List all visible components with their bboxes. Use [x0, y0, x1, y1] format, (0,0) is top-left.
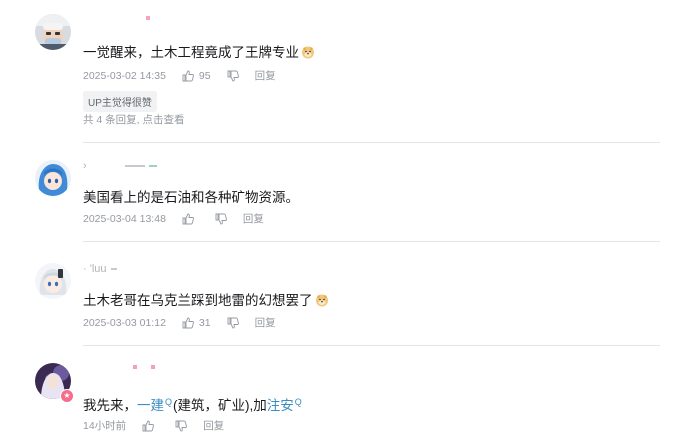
like-count: 95: [198, 69, 211, 82]
username-text: · 'luu: [83, 263, 107, 275]
up-liked-badge: UP主觉得很赞: [83, 91, 157, 112]
comment-content: 美国看上的是石油和各种矿物资源。: [83, 186, 299, 206]
thumbs-up-icon: [182, 213, 194, 224]
reply-summary: 共 4 条回复, 点击查看: [83, 112, 185, 127]
like-button[interactable]: [182, 213, 199, 225]
doge-emoji-icon: [315, 294, 328, 307]
username[interactable]: ›: [83, 160, 157, 172]
vip-badge-icon: ★: [60, 389, 74, 403]
reply-count: 共 4 条回复,: [83, 114, 140, 126]
comment-text: 土木老哥在乌克兰踩到地雷的幻想罢了: [83, 293, 313, 308]
divider: [83, 345, 660, 346]
comment-meta: 2025-03-03 01:12 31 回复: [83, 315, 276, 330]
search-link-zhuan[interactable]: 注安: [267, 398, 294, 413]
timestamp: 14小时前: [83, 420, 127, 432]
comment-text: 美国看上的是石油和各种矿物资源。: [83, 190, 299, 205]
search-icon[interactable]: Q: [165, 397, 172, 407]
timestamp: 2025-03-02 14:35: [83, 69, 166, 82]
avatar[interactable]: [35, 263, 71, 299]
comment-text: 我先来，: [83, 398, 137, 413]
username-text: ›: [83, 160, 87, 172]
thumbs-up-icon: [182, 70, 194, 81]
divider: [83, 142, 660, 143]
view-replies-link[interactable]: 点击查看: [143, 114, 185, 126]
dislike-button[interactable]: [175, 420, 188, 432]
thumbs-down-icon: [215, 213, 227, 224]
reply-button[interactable]: 回复: [255, 68, 276, 83]
timestamp: 2025-03-04 13:48: [83, 212, 166, 225]
username[interactable]: [83, 16, 150, 26]
like-button[interactable]: 31: [182, 317, 211, 329]
dislike-button[interactable]: [215, 213, 227, 225]
like-button[interactable]: 95: [182, 70, 211, 82]
avatar[interactable]: [35, 160, 71, 196]
dislike-button[interactable]: [227, 70, 239, 82]
reply-button[interactable]: 回复: [243, 211, 264, 226]
thumbs-down-icon: [175, 420, 188, 431]
username[interactable]: [83, 365, 155, 375]
comment-meta: 2025-03-02 14:35 95 回复: [83, 68, 276, 83]
comment-content: 土木老哥在乌克兰踩到地雷的幻想罢了: [83, 289, 329, 309]
like-button[interactable]: [142, 420, 159, 432]
comment-meta: 2025-03-04 13:48 回复: [83, 211, 264, 226]
divider: [83, 241, 660, 242]
reply-button[interactable]: 回复: [255, 315, 276, 330]
thumbs-down-icon: [227, 70, 239, 81]
thumbs-up-icon: [182, 317, 194, 328]
comment-text: (建筑，矿业),加: [173, 398, 267, 413]
like-count: 31: [198, 316, 211, 329]
timestamp: 2025-03-03 01:12: [83, 316, 166, 329]
reply-button[interactable]: 回复: [203, 418, 224, 433]
comment-content: 一觉醒来，土木工程竟成了王牌专业: [83, 41, 315, 61]
thumbs-down-icon: [227, 317, 239, 328]
doge-emoji-icon: [302, 46, 314, 59]
username[interactable]: · 'luu: [83, 263, 117, 275]
comment-text: 一觉醒来，土木工程竟成了王牌专业: [83, 45, 299, 60]
comment-content: 我先来，一建Q(建筑，矿业),加注安Q: [83, 394, 303, 414]
comment-meta: 14小时前 回复: [83, 418, 224, 433]
dislike-button[interactable]: [227, 317, 239, 329]
search-icon[interactable]: Q: [295, 397, 302, 407]
search-link-yijian[interactable]: 一建: [137, 398, 164, 413]
thumbs-up-icon: [142, 420, 155, 431]
avatar[interactable]: [35, 14, 71, 50]
